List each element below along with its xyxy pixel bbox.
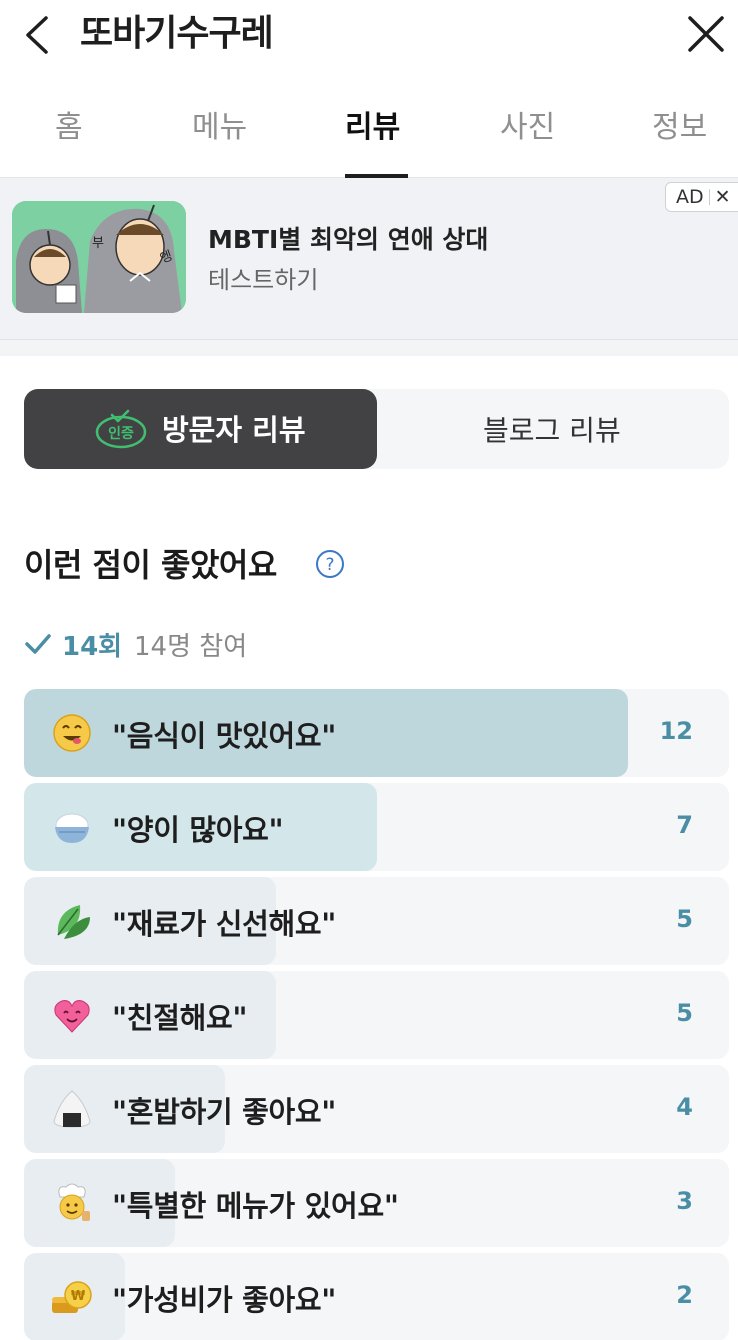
ad-thumbnail: 부 엥 (12, 201, 186, 313)
close-icon[interactable] (686, 14, 726, 54)
tab-menu[interactable]: 메뉴 (192, 106, 247, 150)
keyword-row[interactable]: "양이 많아요" 7 (24, 783, 729, 871)
tab-photos[interactable]: 사진 (500, 106, 555, 150)
keyword-row[interactable]: "재료가 신선해요" 5 (24, 877, 729, 965)
keyword-count: 4 (676, 1093, 693, 1121)
ad-badge-divider (708, 189, 710, 205)
keyword-count: 2 (676, 1281, 693, 1309)
visitor-review-button[interactable]: 인증 방문자 리뷰 (24, 389, 377, 469)
keyword-count: 12 (659, 717, 693, 745)
ad-subtitle[interactable]: 테스트하기 (208, 260, 318, 295)
ad-badge[interactable]: AD ✕ (665, 182, 738, 212)
ad-label: AD (676, 186, 704, 208)
tab-reviews[interactable]: 리뷰 (345, 106, 400, 150)
ad-banner[interactable]: 부 엥 MBTI별 최악의 연애 상대 테스트하기 AD ✕ (0, 178, 738, 340)
yummy-face-icon (53, 714, 91, 752)
keyword-row[interactable]: "혼밥하기 좋아요" 4 (24, 1065, 729, 1153)
leaf-icon (57, 905, 90, 939)
ad-close-icon[interactable]: ✕ (715, 186, 731, 208)
page-title: 또바기수구레 (80, 13, 274, 54)
svg-text:?: ? (325, 555, 334, 575)
svg-text:₩: ₩ (71, 1289, 86, 1304)
keyword-count: 3 (676, 1187, 693, 1215)
section-title: 이런 점이 좋았어요 (24, 546, 277, 584)
keyword-count: 5 (676, 905, 693, 933)
vote-count: 14회 (62, 632, 123, 662)
keyword-count: 5 (676, 999, 693, 1027)
tab-home[interactable]: 홈 (55, 106, 83, 150)
keyword-row[interactable]: "음식이 맛있어요" 12 (24, 689, 729, 777)
certified-badge-text: 인증 (108, 425, 134, 442)
chef-icon (58, 1183, 90, 1221)
keyword-label: "양이 많아요" (112, 813, 284, 847)
help-icon[interactable]: ? (315, 549, 345, 579)
header: 또바기수구레 (0, 0, 738, 72)
blog-review-label: 블로그 리뷰 (483, 414, 621, 447)
certified-badge-icon: 인증 (95, 409, 147, 449)
check-icon (25, 634, 51, 654)
keyword-count: 7 (676, 811, 693, 839)
keyword-label: "친절해요" (112, 1001, 248, 1035)
ad-illustration: 부 엥 (12, 201, 186, 313)
heart-face-icon (54, 1000, 90, 1033)
keyword-row[interactable]: "친절해요" 5 (24, 971, 729, 1059)
visitor-review-label: 방문자 리뷰 (162, 413, 306, 447)
review-type-toggle: 인증 방문자 리뷰 블로그 리뷰 (24, 389, 729, 469)
blog-review-button[interactable]: 블로그 리뷰 (377, 389, 729, 469)
keyword-label: "가성비가 좋아요" (112, 1283, 337, 1317)
keyword-row[interactable]: ₩ "가성비가 좋아요" 2 (24, 1253, 729, 1340)
keyword-label: "혼밥하기 좋아요" (112, 1095, 337, 1129)
coins-icon: ₩ (52, 1281, 92, 1313)
keyword-label: "특별한 메뉴가 있어요" (112, 1189, 399, 1223)
tab-bar: 홈 메뉴 리뷰 사진 정보 (0, 94, 738, 178)
rice-bowl-icon (55, 813, 89, 843)
section-divider (0, 340, 738, 356)
rice-ball-icon (53, 1090, 91, 1128)
tab-info[interactable]: 정보 (652, 106, 707, 150)
back-arrow-icon[interactable] (18, 12, 58, 58)
participant-count: 14명 참여 (134, 632, 248, 662)
keyword-label: "음식이 맛있어요" (112, 719, 337, 753)
ad-title[interactable]: MBTI별 최악의 연애 상대 (208, 220, 488, 256)
keyword-label: "재료가 신선해요" (112, 907, 337, 941)
ad-thumb-text-1: 부 (92, 236, 104, 251)
keyword-row[interactable]: "특별한 메뉴가 있어요" 3 (24, 1159, 729, 1247)
